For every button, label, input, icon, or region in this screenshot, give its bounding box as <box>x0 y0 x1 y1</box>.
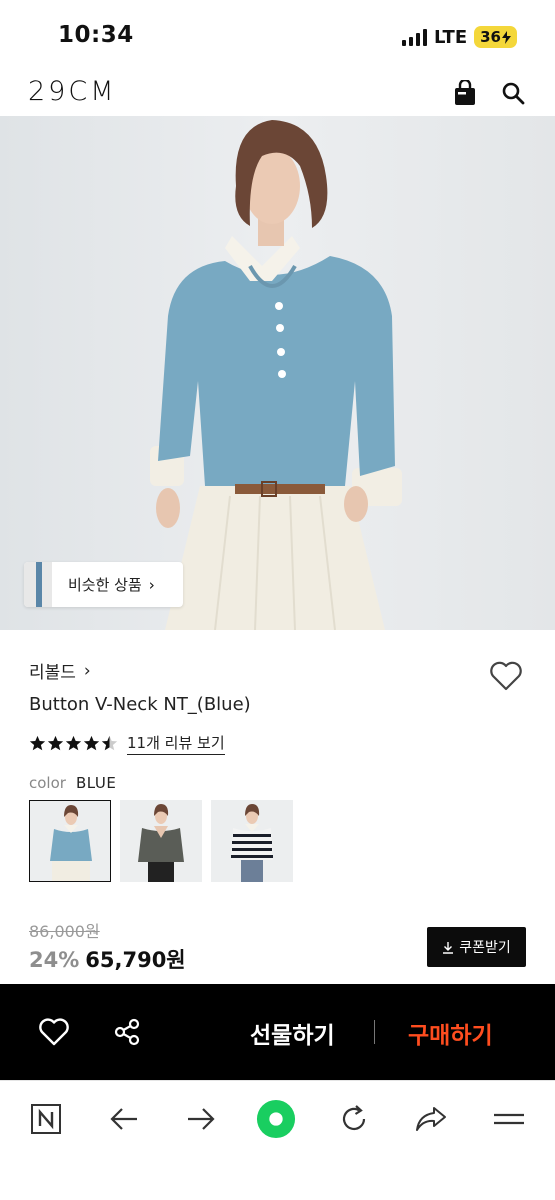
divider <box>374 1020 375 1044</box>
star-full-icon <box>47 735 64 751</box>
price-row: 24% 65,790원 <box>29 944 186 974</box>
similar-product-thumbnail <box>24 562 52 607</box>
app-header: 29CM <box>0 70 555 116</box>
review-link[interactable]: 11개 리뷰 보기 <box>127 732 225 755</box>
swatch-navy-stripe[interactable] <box>211 800 293 882</box>
signal-icon <box>402 28 428 46</box>
color-label: color <box>29 774 66 792</box>
coupon-button[interactable]: 쿠폰받기 <box>427 927 526 967</box>
swatch-gray[interactable] <box>120 800 202 882</box>
star-half-icon <box>101 735 118 751</box>
status-bar: 10:34 LTE 36 <box>0 0 555 70</box>
star-full-icon <box>83 735 100 751</box>
color-row: color BLUE <box>29 774 116 792</box>
wishlist-heart-icon[interactable] <box>37 1015 71 1049</box>
search-icon[interactable] <box>498 78 528 108</box>
share-arrow-icon[interactable] <box>411 1099 451 1139</box>
status-time: 10:34 <box>58 22 134 48</box>
battery-indicator: 36 <box>474 26 517 48</box>
discount-rate: 24% <box>29 948 80 972</box>
brand-link[interactable]: 리볼드 › <box>29 658 91 684</box>
status-indicators: LTE 36 <box>402 26 517 48</box>
star-full-icon <box>65 735 82 751</box>
brand-name: 리볼드 <box>29 663 76 683</box>
rating-stars <box>29 735 118 752</box>
chevron-right-icon: › <box>83 660 91 681</box>
shopping-bag-icon[interactable] <box>450 78 480 108</box>
star-full-icon <box>29 735 46 751</box>
network-type: LTE <box>434 26 468 48</box>
purchase-bar: 선물하기 구매하기 <box>0 984 555 1080</box>
menu-icon[interactable] <box>489 1099 529 1139</box>
buy-button[interactable]: 구매하기 <box>408 1016 493 1050</box>
back-arrow-icon[interactable] <box>104 1099 144 1139</box>
brand-logo[interactable]: 29CM <box>28 76 117 107</box>
coupon-label: 쿠폰받기 <box>459 940 511 956</box>
product-hero-image[interactable]: 비슷한 상품 › <box>0 116 555 630</box>
browser-toolbar <box>0 1080 555 1200</box>
reload-icon[interactable] <box>334 1099 374 1139</box>
original-price: 86,000원 <box>29 922 100 941</box>
model-photo <box>150 120 402 630</box>
chevron-right-icon: › <box>148 575 155 594</box>
wishlist-heart-icon[interactable] <box>489 660 523 692</box>
color-swatches <box>29 800 293 882</box>
rating-row: 11개 리뷰 보기 <box>29 732 225 755</box>
download-icon <box>443 941 454 954</box>
sale-price: 65,790원 <box>85 948 186 972</box>
charging-bolt-icon <box>502 30 511 44</box>
battery-level: 36 <box>480 28 501 46</box>
forward-arrow-icon[interactable] <box>181 1099 221 1139</box>
home-green-circle-icon[interactable] <box>256 1099 296 1139</box>
color-value: BLUE <box>75 774 117 792</box>
naver-n-icon[interactable] <box>26 1099 66 1139</box>
similar-products-label: 비슷한 상품 <box>68 576 142 594</box>
swatch-blue[interactable] <box>29 800 111 882</box>
similar-products-button[interactable]: 비슷한 상품 › <box>24 562 183 607</box>
gift-button[interactable]: 선물하기 <box>250 1016 335 1050</box>
share-icon[interactable] <box>110 1015 144 1049</box>
product-name: Button V-Neck NT_(Blue) <box>29 694 251 715</box>
